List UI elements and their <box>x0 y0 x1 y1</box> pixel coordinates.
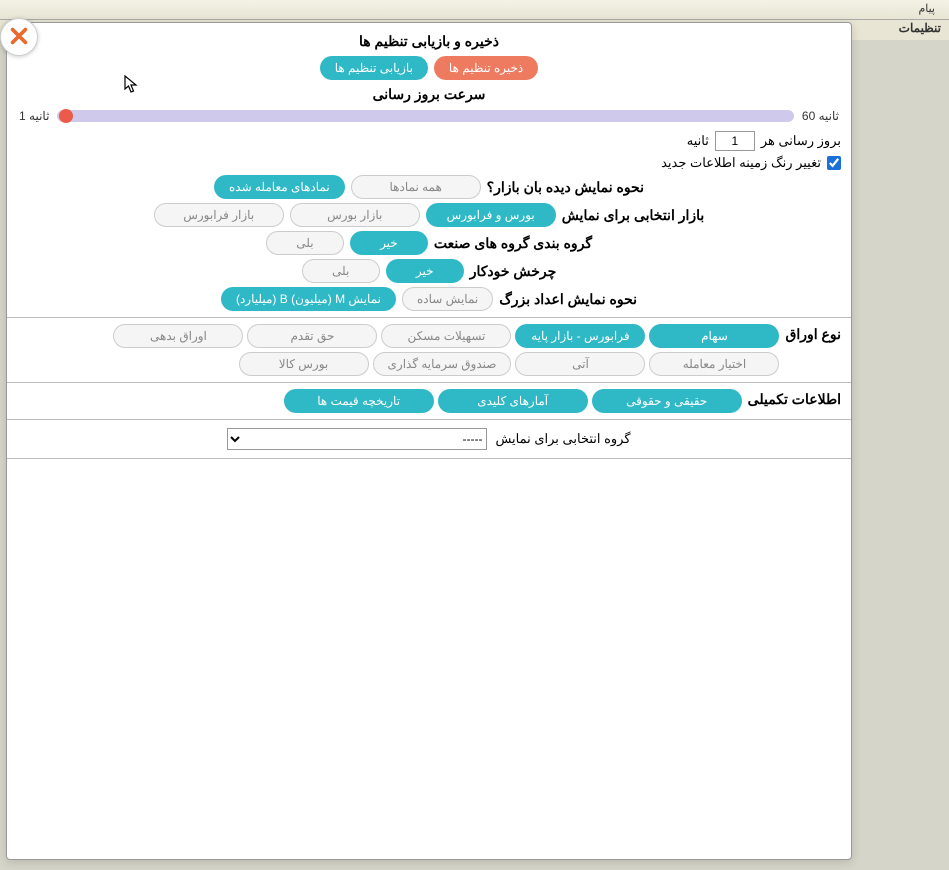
slider-thumb[interactable] <box>59 109 73 123</box>
slider-track[interactable] <box>57 110 793 122</box>
autorotate-no-option[interactable]: خیر <box>386 259 464 283</box>
market-row: بازار انتخابی برای نمایش بورس و فرابورس … <box>17 203 841 227</box>
paper-type-option[interactable]: تسهیلات مسکن <box>381 324 511 348</box>
paper-type-option[interactable]: بورس کالا <box>239 352 369 376</box>
save-restore-title: ذخیره و بازیابی تنظیم ها <box>17 33 841 50</box>
market-bourse-option[interactable]: بازار بورس <box>290 203 420 227</box>
paper-type-label: نوع اوراق <box>785 324 841 343</box>
big-numbers-row: نحوه نمایش اعداد بزرگ نمایش ساده نمایش M… <box>17 287 841 311</box>
extra-info-option[interactable]: آمارهای کلیدی <box>438 389 588 413</box>
tab-settings[interactable]: تنظیمات <box>899 21 941 35</box>
refresh-speed-title: سرعت بروز رسانی <box>17 86 841 103</box>
watchlist-traded-option[interactable]: نمادهای معامله شده <box>214 175 345 199</box>
restore-settings-button[interactable]: بازیابی تنظیم ها <box>320 56 428 80</box>
paper-type-option[interactable]: سهام <box>649 324 779 348</box>
refresh-every-suffix: ثانیه <box>687 133 709 149</box>
group-select-row: گروه انتخابی برای نمایش ----- <box>17 428 841 450</box>
paper-type-row: نوع اوراق سهامفرابورس - بازار پایهتسهیلا… <box>17 324 841 376</box>
extra-info-option[interactable]: تاریخچه قیمت ها <box>284 389 434 413</box>
industry-group-row: گروه بندی گروه های صنعت خیر بلی <box>17 231 841 255</box>
paper-type-option[interactable]: آتی <box>515 352 645 376</box>
group-select-label: گروه انتخابی برای نمایش <box>495 431 630 447</box>
big-numbers-mb-option[interactable]: نمایش M (میلیون) B (میلیارد) <box>221 287 396 311</box>
refresh-interval-row: بروز رسانی هر ثانیه <box>17 131 841 151</box>
group-select-dropdown[interactable]: ----- <box>227 428 487 450</box>
divider <box>7 382 851 383</box>
autorotate-row: چرخش خودکار خیر بلی <box>17 259 841 283</box>
paper-type-option[interactable]: صندوق سرمایه گذاری <box>373 352 512 376</box>
watchlist-label: نحوه نمایش دیده بان بازار؟ <box>487 179 644 196</box>
big-numbers-simple-option[interactable]: نمایش ساده <box>402 287 493 311</box>
extra-info-label: اطلاعات تکمیلی <box>748 389 841 408</box>
top-bar: پیام <box>0 0 949 20</box>
bg-color-row: تغییر رنگ زمینه اطلاعات جدید <box>17 155 841 171</box>
paper-type-option[interactable]: فرابورس - بازار پایه <box>515 324 645 348</box>
paper-type-option[interactable]: اختیار معامله <box>649 352 779 376</box>
extra-info-options: حقیقی و حقوقیآمارهای کلیدیتاریخچه قیمت ه… <box>17 389 742 413</box>
watchlist-all-option[interactable]: همه نمادها <box>351 175 481 199</box>
refresh-slider[interactable]: ثانیه 60 ثانیه 1 <box>17 109 841 123</box>
autorotate-label: چرخش خودکار <box>470 263 557 280</box>
divider <box>7 419 851 420</box>
slider-min-label: ثانیه 60 <box>800 109 841 123</box>
refresh-every-prefix: بروز رسانی هر <box>761 133 841 149</box>
close-button[interactable] <box>0 18 38 56</box>
paper-type-options: سهامفرابورس - بازار پایهتسهیلات مسکنحق ت… <box>17 324 779 376</box>
industry-no-option[interactable]: خیر <box>350 231 428 255</box>
extra-info-option[interactable]: حقیقی و حقوقی <box>592 389 742 413</box>
industry-group-label: گروه بندی گروه های صنعت <box>434 235 592 252</box>
save-settings-button[interactable]: ذخیره تنظیم ها <box>434 56 538 80</box>
market-label: بازار انتخابی برای نمایش <box>562 207 705 224</box>
divider <box>7 458 851 459</box>
bg-color-checkbox[interactable] <box>827 156 841 170</box>
settings-panel: ذخیره و بازیابی تنظیم ها ذخیره تنظیم ها … <box>6 22 852 860</box>
market-both-option[interactable]: بورس و فرابورس <box>426 203 556 227</box>
refresh-interval-input[interactable] <box>715 131 755 151</box>
big-numbers-label: نحوه نمایش اعداد بزرگ <box>499 291 637 308</box>
slider-max-label: ثانیه 1 <box>17 109 51 123</box>
industry-yes-option[interactable]: بلی <box>266 231 344 255</box>
divider <box>7 317 851 318</box>
extra-info-row: اطلاعات تکمیلی حقیقی و حقوقیآمارهای کلید… <box>17 389 841 413</box>
market-fara-option[interactable]: بازار فرابورس <box>154 203 284 227</box>
pager-label: پیام <box>912 3 941 15</box>
paper-type-option[interactable]: اوراق بدهی <box>113 324 243 348</box>
paper-type-option[interactable]: حق تقدم <box>247 324 377 348</box>
bg-color-label: تغییر رنگ زمینه اطلاعات جدید <box>661 155 821 171</box>
watchlist-row: نحوه نمایش دیده بان بازار؟ همه نمادها نم… <box>17 175 841 199</box>
autorotate-yes-option[interactable]: بلی <box>302 259 380 283</box>
close-icon <box>8 25 30 50</box>
